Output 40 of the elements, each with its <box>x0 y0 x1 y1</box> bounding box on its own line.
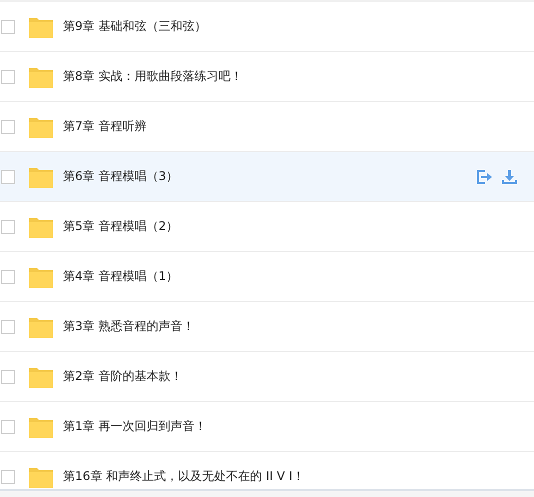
checkbox[interactable] <box>1 220 15 234</box>
file-name[interactable]: 第6章 音程模唱（3） <box>63 168 178 185</box>
file-row[interactable]: 第8章 实战：用歌曲段落练习吧！ <box>0 52 534 102</box>
checkbox[interactable] <box>1 170 15 184</box>
file-name[interactable]: 第1章 再一次回归到声音！ <box>63 418 206 435</box>
folder-icon <box>29 466 53 488</box>
file-name[interactable]: 第7章 音程听辨 <box>63 118 146 135</box>
checkbox[interactable] <box>1 320 15 334</box>
folder-icon <box>29 416 53 438</box>
folder-icon <box>29 166 53 188</box>
download-icon[interactable] <box>501 168 518 184</box>
file-row[interactable]: 第2章 音阶的基本款！ <box>0 352 534 402</box>
file-name[interactable]: 第3章 熟悉音程的声音！ <box>63 318 194 335</box>
checkbox[interactable] <box>1 270 15 284</box>
checkbox[interactable] <box>1 70 15 84</box>
file-name[interactable]: 第5章 音程模唱（2） <box>63 218 178 235</box>
file-name[interactable]: 第4章 音程模唱（1） <box>63 268 178 285</box>
checkbox[interactable] <box>1 20 15 34</box>
file-name[interactable]: 第8章 实战：用歌曲段落练习吧！ <box>63 68 242 85</box>
folder-icon <box>29 116 53 138</box>
folder-icon <box>29 366 53 388</box>
file-row[interactable]: 第1章 再一次回归到声音！ <box>0 402 534 452</box>
checkbox[interactable] <box>1 420 15 434</box>
file-row[interactable]: 第9章 基础和弦（三和弦） <box>0 2 534 52</box>
file-name[interactable]: 第16章 和声终止式，以及无处不在的 II V I！ <box>63 468 304 485</box>
folder-icon <box>29 16 53 38</box>
file-row[interactable]: 第4章 音程模唱（1） <box>0 252 534 302</box>
move-icon[interactable] <box>476 168 493 184</box>
checkbox[interactable] <box>1 120 15 134</box>
folder-icon <box>29 316 53 338</box>
file-row[interactable]: 第6章 音程模唱（3） <box>0 152 534 202</box>
file-name[interactable]: 第9章 基础和弦（三和弦） <box>63 18 206 35</box>
file-row[interactable]: 第3章 熟悉音程的声音！ <box>0 302 534 352</box>
folder-icon <box>29 216 53 238</box>
folder-icon <box>29 66 53 88</box>
checkbox[interactable] <box>1 470 15 484</box>
file-row[interactable]: 第5章 音程模唱（2） <box>0 202 534 252</box>
folder-icon <box>29 266 53 288</box>
checkbox[interactable] <box>1 370 15 384</box>
file-name[interactable]: 第2章 音阶的基本款！ <box>63 368 182 385</box>
